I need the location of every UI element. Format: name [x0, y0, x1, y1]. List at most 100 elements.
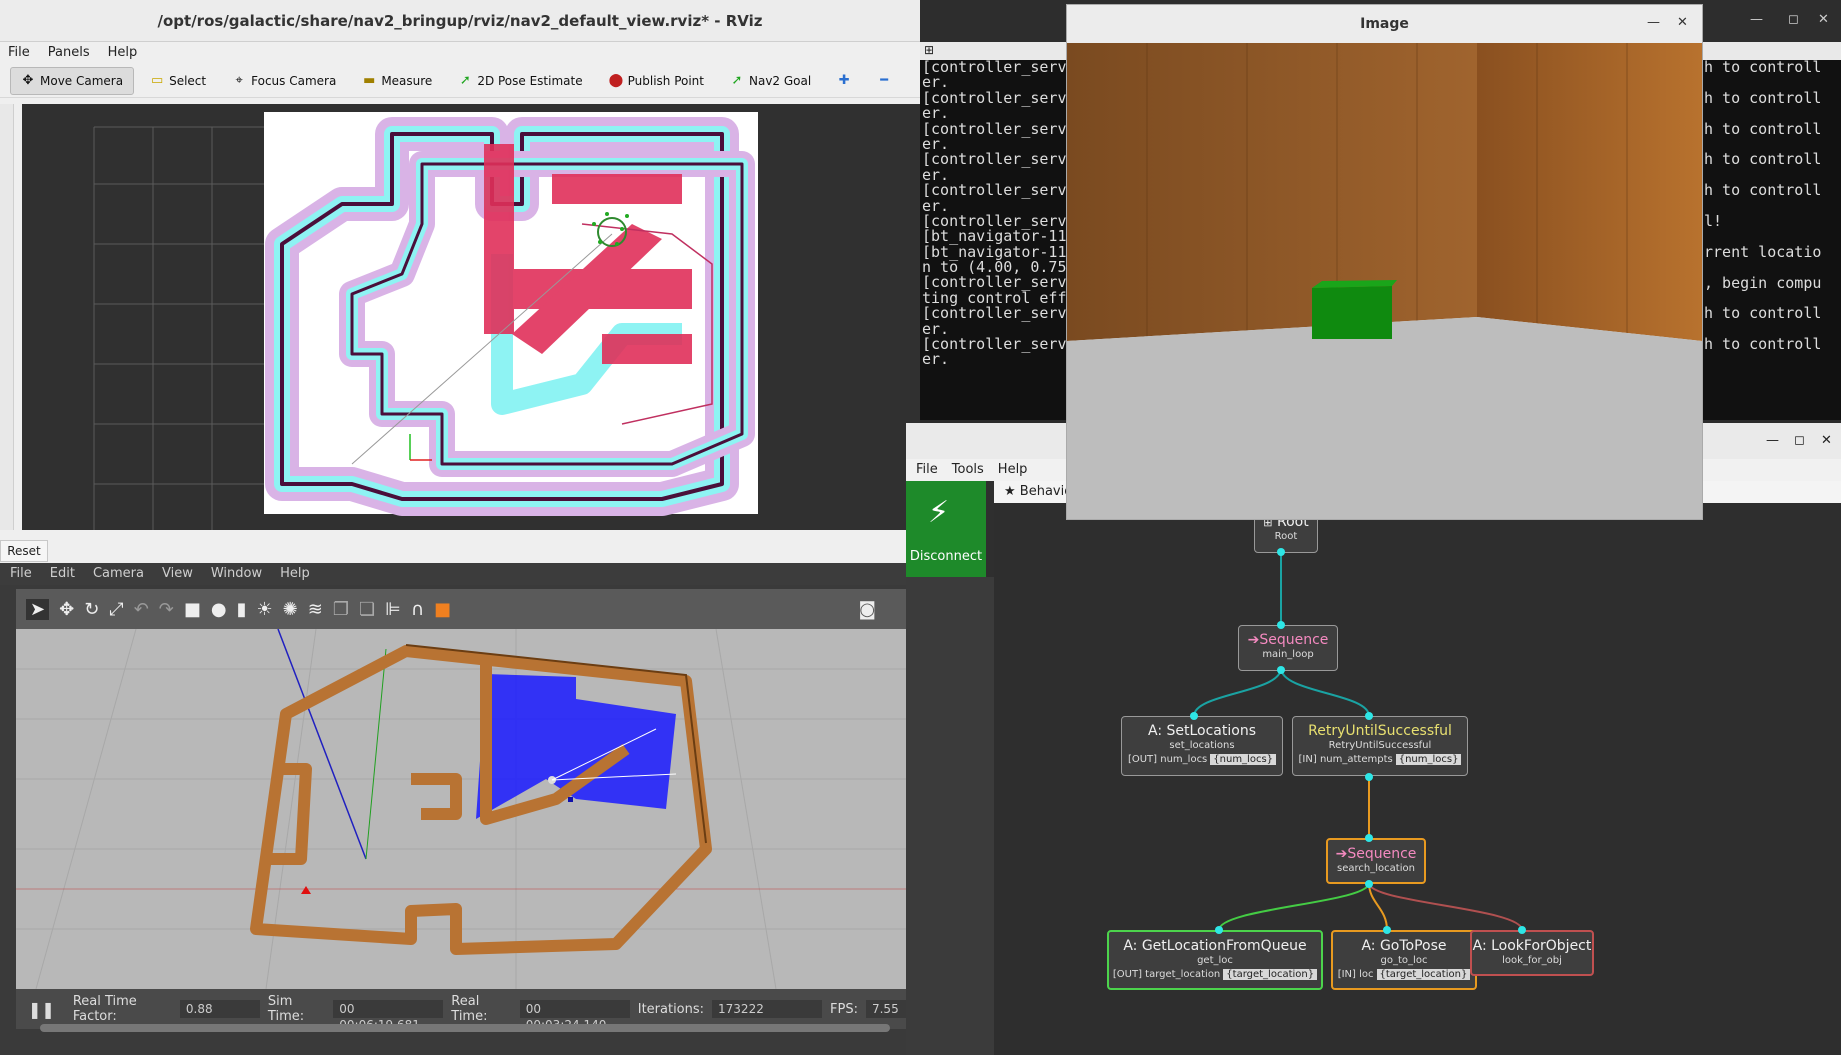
- groot-maximize-icon[interactable]: ◻: [1794, 433, 1805, 448]
- point-light-icon[interactable]: ☀: [257, 599, 273, 620]
- gazebo-menubar: File Edit Camera View Window Help: [0, 563, 906, 585]
- groot-menu-help[interactable]: Help: [998, 459, 1028, 481]
- rviz-title: /opt/ros/galactic/share/nav2_bringup/rvi…: [0, 0, 920, 42]
- nav2-goal-button[interactable]: ➚ Nav2 Goal: [720, 67, 821, 95]
- terminal-line-right: h to controll: [1704, 150, 1822, 169]
- rviz-3d-view[interactable]: [22, 104, 920, 530]
- select-button[interactable]: ▭ Select: [140, 67, 216, 95]
- spot-light-icon[interactable]: ✺: [283, 599, 298, 620]
- pose-estimate-icon: ➚: [459, 73, 471, 88]
- select-icon: ▭: [150, 73, 164, 88]
- directional-light-icon[interactable]: ≋: [308, 599, 323, 620]
- terminal-line-right: , begin compu: [1704, 273, 1822, 292]
- bt-node-retry-until-successful[interactable]: RetryUntilSuccessful RetryUntilSuccessfu…: [1292, 716, 1468, 776]
- split-icon[interactable]: ⊞: [924, 43, 934, 57]
- image-minimize-icon[interactable]: —: [1647, 15, 1660, 30]
- select-mode-icon[interactable]: ➤: [26, 598, 50, 620]
- rotate-icon[interactable]: ↻: [84, 599, 99, 620]
- image-close-icon[interactable]: ✕: [1677, 15, 1688, 30]
- gazebo-window: File Edit Camera View Window Help ➤ ✥ ↻ …: [0, 563, 906, 1055]
- bt-node-get-location-from-queue[interactable]: A: GetLocationFromQueue get_loc [OUT] ta…: [1107, 930, 1323, 990]
- gazebo-scene[interactable]: [16, 629, 906, 989]
- rviz-left-collapse[interactable]: [0, 104, 14, 530]
- maximize-icon[interactable]: ◻: [1788, 12, 1799, 27]
- terminal-line-right: h to controll: [1704, 88, 1822, 107]
- terminal-line-right: h to controll: [1704, 335, 1822, 354]
- terminal-line-right: h to controll: [1704, 119, 1822, 138]
- groot-menu-file[interactable]: File: [916, 459, 938, 481]
- pose-estimate-button[interactable]: ➚ 2D Pose Estimate: [448, 67, 592, 95]
- redo-icon[interactable]: ↷: [159, 599, 174, 620]
- close-icon[interactable]: ✕: [1818, 12, 1829, 27]
- plug-icon: ⚡: [928, 495, 950, 530]
- terminal-line-right: h to controll: [1704, 181, 1822, 200]
- move-camera-button[interactable]: ✥ Move Camera: [10, 66, 135, 95]
- terminal-line-right: rrent locatio: [1704, 242, 1822, 261]
- image-window-title: Image: [1360, 16, 1409, 32]
- terminal-line-right: l!: [1704, 211, 1723, 230]
- rviz-menu-file[interactable]: File: [8, 42, 30, 64]
- bt-node-set-locations[interactable]: A: SetLocations set_locations [OUT] num_…: [1121, 716, 1283, 776]
- pause-icon[interactable]: ❚❚: [28, 1000, 55, 1019]
- add-tool-button[interactable]: ✚: [827, 67, 861, 95]
- paste-icon[interactable]: ❏: [359, 599, 375, 620]
- copy-icon[interactable]: ❐: [333, 599, 349, 620]
- reset-button[interactable]: Reset: [0, 540, 48, 562]
- disconnect-button[interactable]: ⚡ Disconnect: [906, 481, 986, 577]
- publish-point-icon: ⬤: [608, 73, 624, 88]
- groot-menu-tools[interactable]: Tools: [952, 459, 984, 481]
- gazebo-toolbar: ➤ ✥ ↻ ⤢ ↶ ↷ ■ ● ▮ ☀ ✺ ≋ ❐ ❏ ⊫ ∩ ■ ◙: [16, 589, 906, 629]
- sphere-icon[interactable]: ●: [211, 599, 227, 620]
- real-time-factor-value: 0.88: [179, 1000, 260, 1018]
- rviz-window: /opt/ros/galactic/share/nav2_bringup/rvi…: [0, 0, 920, 563]
- box-icon[interactable]: ■: [184, 599, 201, 620]
- camera-image: [1067, 43, 1702, 519]
- terminal-line-right: h to controll: [1704, 304, 1822, 323]
- cylinder-icon[interactable]: ▮: [237, 599, 247, 620]
- costmap-render: [93, 112, 758, 530]
- color-icon[interactable]: ■: [434, 599, 451, 620]
- minimize-icon[interactable]: —: [1750, 12, 1763, 27]
- gazebo-menu-edit[interactable]: Edit: [50, 563, 75, 585]
- screenshot-icon[interactable]: ◙: [859, 599, 876, 620]
- bt-canvas[interactable]: ⊞ Root Root ➔Sequence main_loop A: SetLo…: [994, 503, 1841, 1055]
- iterations-value: 173222: [712, 1000, 823, 1018]
- bt-node-look-for-object[interactable]: A: LookForObject look_for_obj: [1470, 930, 1594, 976]
- gazebo-scrollbar[interactable]: [40, 1024, 890, 1032]
- bt-node-sequence-main[interactable]: ➔Sequence main_loop: [1238, 625, 1338, 671]
- measure-icon: ▬: [363, 73, 376, 88]
- gazebo-menu-window[interactable]: Window: [211, 563, 262, 585]
- align-icon[interactable]: ⊫: [385, 599, 401, 620]
- measure-button[interactable]: ▬ Measure: [352, 67, 442, 95]
- sim-time-value: 00 00:06:19.681: [333, 1000, 444, 1032]
- gazebo-menu-file[interactable]: File: [10, 563, 32, 585]
- arrow-right-icon: ➔: [1247, 632, 1260, 648]
- gazebo-world-render: [16, 629, 906, 989]
- translate-icon[interactable]: ✥: [59, 599, 74, 620]
- rviz-menu-help[interactable]: Help: [108, 42, 138, 64]
- minus-icon: ━: [880, 73, 889, 88]
- image-window: Image — ✕: [1066, 4, 1703, 520]
- snap-icon[interactable]: ∩: [411, 599, 424, 620]
- rviz-menu-panels[interactable]: Panels: [48, 42, 90, 64]
- arrow-right-icon: ➔: [1335, 846, 1348, 862]
- groot-left-pane: [906, 577, 994, 1055]
- publish-point-button[interactable]: ⬤ Publish Point: [599, 67, 714, 95]
- focus-camera-icon: ⌖: [235, 73, 243, 88]
- move-camera-icon: ✥: [22, 73, 34, 88]
- gazebo-menu-view[interactable]: View: [162, 563, 193, 585]
- scale-icon[interactable]: ⤢: [109, 599, 123, 620]
- undo-icon[interactable]: ↶: [134, 599, 149, 620]
- remove-tool-button[interactable]: ━: [867, 67, 901, 95]
- plus-icon: ✚: [838, 73, 850, 88]
- gazebo-menu-camera[interactable]: Camera: [93, 563, 144, 585]
- bt-node-go-to-pose[interactable]: A: GoToPose go_to_loc [IN] loc {target_lo…: [1331, 930, 1477, 990]
- gazebo-status-bar: ❚❚ Real Time Factor: 0.88 Sim Time: 00 0…: [16, 989, 906, 1032]
- groot-minimize-icon[interactable]: —: [1766, 433, 1779, 448]
- focus-camera-button[interactable]: ⌖ Focus Camera: [222, 67, 346, 95]
- groot-close-icon[interactable]: ✕: [1821, 433, 1832, 448]
- terminal-output-right: h to controll h to controll h to controll h…: [1704, 60, 1841, 420]
- bt-node-sequence-search[interactable]: ➔Sequence search_location: [1326, 838, 1426, 884]
- fps-value: 7.55: [865, 1000, 906, 1018]
- gazebo-menu-help[interactable]: Help: [280, 563, 310, 585]
